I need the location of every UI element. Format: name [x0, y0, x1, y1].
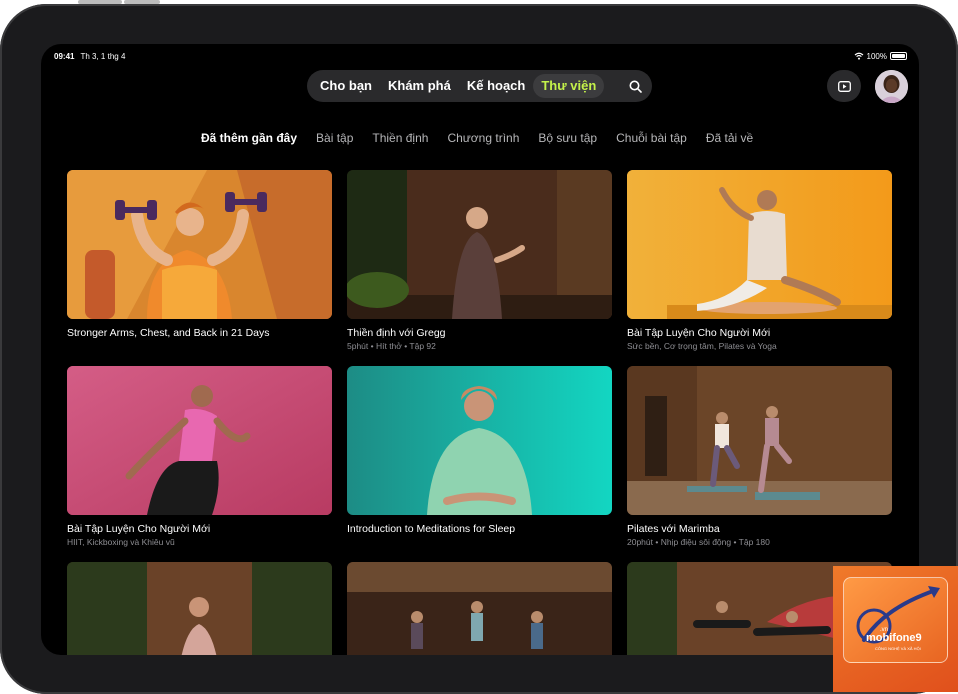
card-thumbnail [627, 170, 892, 319]
tab-for-you[interactable]: Cho bạn [312, 74, 380, 98]
search-button[interactable] [623, 74, 647, 98]
card-thumbnail [627, 366, 892, 515]
ipad-frame: 09:41 Th 3, 1 thg 4 100% Cho bạn Khám ph… [0, 0, 958, 694]
card-thumbnail [67, 170, 332, 319]
card-thumbnail [347, 562, 612, 655]
card-thumbnail [347, 170, 612, 319]
card-title: Thiền định với Gregg [347, 327, 446, 339]
tab-plan[interactable]: Kế hoạch [459, 74, 534, 98]
watermark-badge: .vn mobifone9 CÔNG NGHỆ VÀ XÃ HỘI [843, 577, 948, 663]
battery-percent: 100% [866, 51, 887, 61]
filter-recently-added[interactable]: Đã thêm gần đây [201, 131, 297, 145]
battery-icon [890, 52, 907, 60]
status-bar: 09:41 Th 3, 1 thg 4 100% [54, 50, 907, 62]
search-icon [629, 80, 642, 93]
card-subtitle: 5phút • Hít thở • Tập 92 [347, 341, 436, 351]
filter-stacks[interactable]: Chuỗi bài tập [616, 131, 687, 145]
status-time: 09:41 [54, 51, 75, 61]
filter-tabs: Đã thêm gần đây Bài tập Thiền định Chươn… [201, 131, 753, 145]
filter-downloaded[interactable]: Đã tải về [706, 131, 753, 145]
card-beginner-hiit[interactable]: Bài Tập Luyện Cho Người Mới HIIT, Kickbo… [67, 366, 332, 547]
card-subtitle: Sức bền, Cơ trọng tâm, Pilates và Yoga [627, 341, 777, 351]
top-nav: Cho bạn Khám phá Kế hoạch Thư viện [307, 70, 652, 102]
avatar-image [875, 70, 908, 103]
card-title: Stronger Arms, Chest, and Back in 21 Day… [67, 327, 270, 339]
card-title: Bài Tập Luyện Cho Người Mới [627, 327, 771, 339]
screen: 09:41 Th 3, 1 thg 4 100% Cho bạn Khám ph… [41, 44, 919, 655]
card-title: Introduction to Meditations for Sleep [347, 523, 516, 535]
card-row3-1[interactable] [67, 562, 332, 655]
tab-library[interactable]: Thư viện [533, 74, 605, 98]
card-thumbnail [347, 366, 612, 515]
card-subtitle: 20phút • Nhịp điệu sôi động • Tập 180 [627, 537, 770, 547]
status-date: Th 3, 1 thg 4 [80, 51, 126, 61]
filter-meditations[interactable]: Thiền định [372, 131, 428, 145]
top-button [78, 0, 122, 4]
watermark-brand: mobifone9 [866, 632, 922, 644]
tab-explore[interactable]: Khám phá [380, 74, 459, 98]
card-thumbnail [67, 366, 332, 515]
card-pilates-marimba[interactable]: Pilates với Marimba 20phút • Nhịp điệu s… [627, 366, 892, 547]
card-subtitle: HIIT, Kickboxing và Khiêu vũ [67, 537, 175, 547]
play-rectangle-icon [837, 80, 851, 92]
top-button-2 [124, 0, 160, 4]
filter-workouts[interactable]: Bài tập [316, 131, 353, 145]
card-title: Pilates với Marimba [627, 523, 720, 535]
card-title: Bài Tập Luyện Cho Người Mới [67, 523, 211, 535]
wifi-icon [854, 52, 863, 60]
card-stronger-arms[interactable]: Stronger Arms, Chest, and Back in 21 Day… [67, 170, 332, 339]
watermark-tagline: CÔNG NGHỆ VÀ XÃ HỘI [875, 646, 921, 651]
filter-programs[interactable]: Chương trình [447, 131, 519, 145]
card-meditation-gregg[interactable]: Thiền định với Gregg 5phút • Hít thở • T… [347, 170, 612, 351]
watermark-logo: .vn mobifone9 CÔNG NGHỆ VÀ XÃ HỘI [833, 566, 958, 692]
card-row3-2[interactable] [347, 562, 612, 655]
profile-avatar[interactable] [875, 70, 908, 103]
filter-collections[interactable]: Bộ sưu tập [538, 131, 597, 145]
card-meditation-sleep[interactable]: Introduction to Meditations for Sleep [347, 366, 612, 535]
card-beginner-strength[interactable]: Bài Tập Luyện Cho Người Mới Sức bền, Cơ … [627, 170, 892, 351]
tv-button[interactable] [827, 70, 861, 102]
card-thumbnail [67, 562, 332, 655]
